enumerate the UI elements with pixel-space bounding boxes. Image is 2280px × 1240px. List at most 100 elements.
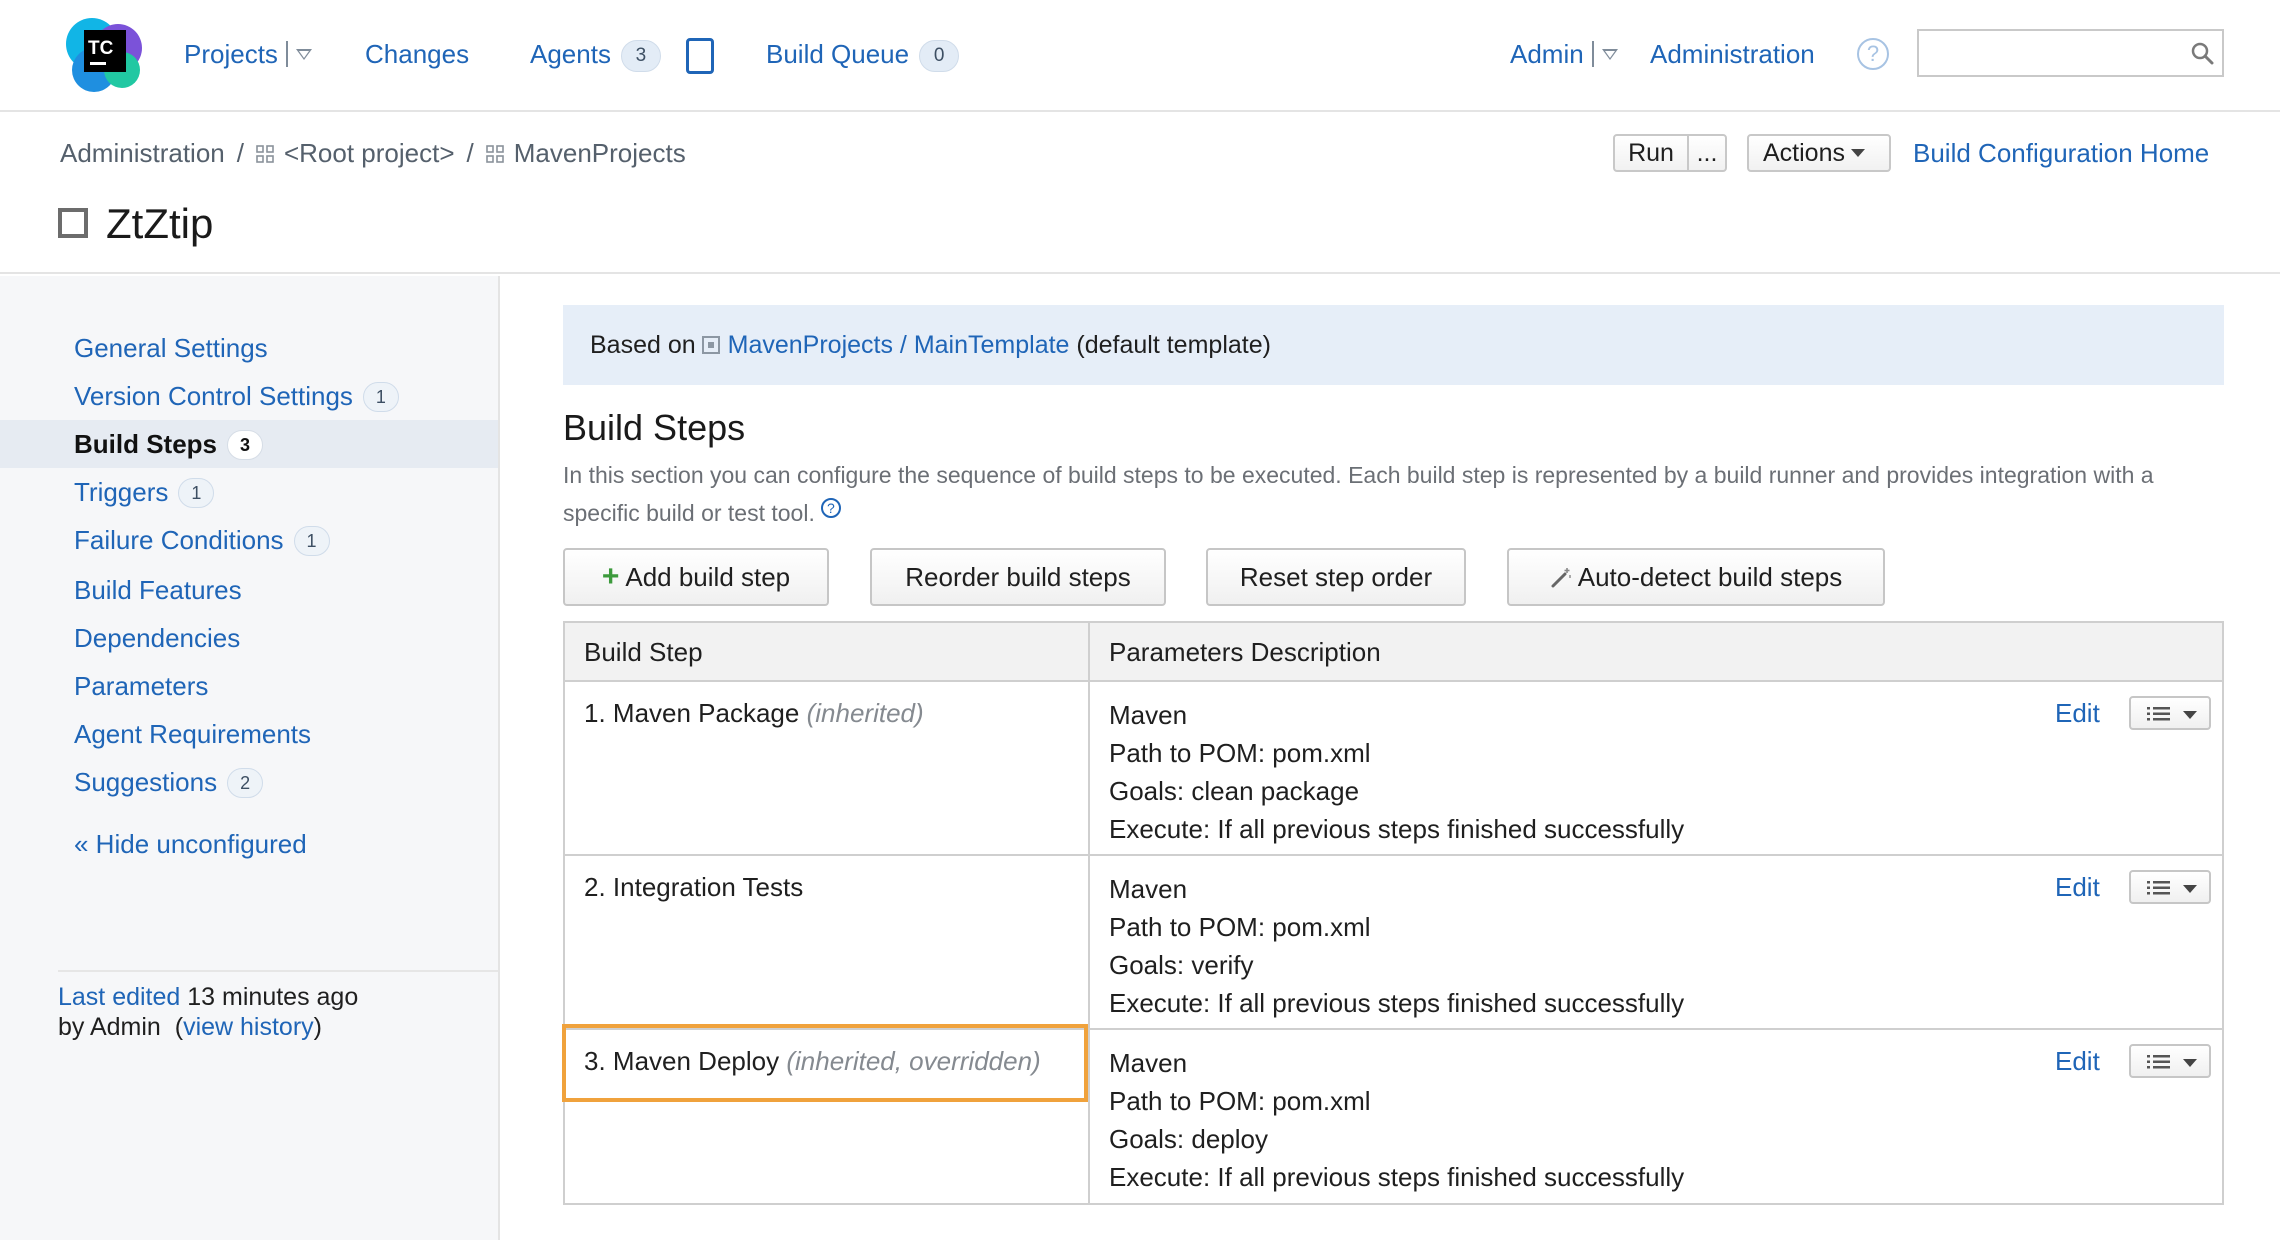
dropdown-triangle-icon[interactable] xyxy=(1601,49,1618,60)
column-header-parameters: Parameters Description xyxy=(1109,637,1381,667)
admin-link[interactable]: Admin xyxy=(1510,39,1584,69)
param-runner: Maven xyxy=(1109,1048,1188,1078)
sidebar-item-version-control-settings[interactable]: Version Control Settings 1 xyxy=(74,378,399,414)
dropdown-triangle-icon[interactable] xyxy=(295,49,312,60)
step-menu-button[interactable] xyxy=(2129,1044,2211,1078)
breadcrumb-root-project[interactable]: <Root project> xyxy=(284,138,455,168)
template-link[interactable]: MavenProjects / MainTemplate xyxy=(728,331,1070,359)
sidebar-item-suggestions[interactable]: Suggestions 2 xyxy=(74,764,264,800)
step-name[interactable]: 2. Integration Tests xyxy=(584,870,803,904)
page-title: ZtZtip xyxy=(106,200,214,247)
separator xyxy=(285,41,288,67)
help-icon[interactable]: ? xyxy=(820,498,841,518)
hide-unconfigured-link[interactable]: « Hide unconfigured xyxy=(74,826,307,862)
param-goals: Goals: clean package xyxy=(1109,776,1360,806)
search-input[interactable] xyxy=(1917,29,2224,77)
run-options-button[interactable]: ... xyxy=(1689,136,1725,170)
sidebar-count-badge: 1 xyxy=(178,478,215,508)
run-button[interactable]: Run xyxy=(1615,136,1689,170)
param-execute: Execute: If all previous steps finished … xyxy=(1109,1162,1685,1192)
magic-wand-icon xyxy=(1551,568,1571,588)
title-area: Administration / <Root project> / MavenProje… xyxy=(0,114,2280,274)
add-build-step-button[interactable]: + Add build step xyxy=(563,548,829,606)
breadcrumb-maven-projects[interactable]: MavenProjects xyxy=(514,138,686,168)
tc-logo-icon[interactable]: TC xyxy=(62,12,146,96)
sidebar-item-label: Suggestions xyxy=(74,767,218,797)
sidebar-count-badge: 1 xyxy=(362,382,399,412)
sidebar-item-label: General Settings xyxy=(74,333,268,363)
administration-link[interactable]: Administration xyxy=(1650,36,1815,72)
breadcrumb-separator: / xyxy=(466,138,474,168)
step-name[interactable]: 1. Maven Package (inherited) xyxy=(584,696,924,730)
last-edited-info: Last edited 13 minutes ago by Admin (vie… xyxy=(58,983,359,1041)
sidebar-item-dependencies[interactable]: Dependencies xyxy=(74,620,240,656)
last-edited-link[interactable]: Last edited xyxy=(58,983,180,1011)
step-name[interactable]: 3. Maven Deploy (inherited, overridden) xyxy=(584,1044,1041,1078)
step-parameters: Maven Path to POM: pom.xml Goals: verify… xyxy=(1109,870,1684,1022)
agents-count-badge: 3 xyxy=(620,40,661,72)
separator xyxy=(1591,41,1594,67)
step-menu-button[interactable] xyxy=(2129,870,2211,904)
section-description-text: In this section you can configure the se… xyxy=(563,462,2154,526)
template-icon xyxy=(701,336,720,354)
help-icon[interactable]: ? xyxy=(1857,38,1889,70)
actions-button[interactable]: Actions xyxy=(1747,134,1891,172)
changes-link[interactable]: Changes xyxy=(365,36,469,72)
step-note: (inherited, overridden) xyxy=(786,1046,1041,1076)
param-goals: Goals: verify xyxy=(1109,950,1254,980)
build-queue-link[interactable]: Build Queue xyxy=(766,39,909,69)
list-icon xyxy=(2147,1055,2170,1069)
admin-menu[interactable]: Admin xyxy=(1510,36,1618,72)
table-row: 2. Integration Tests Maven Path to POM: … xyxy=(565,856,2222,1030)
project-grid-icon xyxy=(256,145,274,163)
param-runner: Maven xyxy=(1109,874,1188,904)
edit-step-link[interactable]: Edit xyxy=(2055,870,2100,904)
edit-step-link[interactable]: Edit xyxy=(2055,1044,2100,1078)
agents-link[interactable]: Agents xyxy=(530,39,611,69)
sidebar-item-label: Agent Requirements xyxy=(74,719,312,749)
auto-detect-build-steps-button[interactable]: Auto-detect build steps xyxy=(1507,548,1885,606)
sidebar-item-build-steps[interactable]: Build Steps 3 xyxy=(74,426,264,462)
param-pom: Path to POM: pom.xml xyxy=(1109,1086,1371,1116)
step-note: (inherited) xyxy=(806,698,924,728)
banner-suffix: (default template) xyxy=(1076,331,1271,359)
sidebar-item-agent-requirements[interactable]: Agent Requirements xyxy=(74,716,311,752)
projects-menu[interactable]: Projects xyxy=(184,36,312,72)
edit-step-link[interactable]: Edit xyxy=(2055,696,2100,730)
section-description: In this section you can configure the se… xyxy=(563,456,2233,532)
sidebar-item-triggers[interactable]: Triggers 1 xyxy=(74,474,215,510)
build-steps-table: Build Step Parameters Description 1. Mav… xyxy=(563,621,2224,1205)
step-menu-button[interactable] xyxy=(2129,696,2211,730)
reset-step-order-button[interactable]: Reset step order xyxy=(1206,548,1466,606)
sidebar-count-badge: 2 xyxy=(227,768,264,798)
reorder-build-steps-button[interactable]: Reorder build steps xyxy=(870,548,1166,606)
view-history-link[interactable]: view history xyxy=(183,1013,314,1041)
sidebar-item-label: Dependencies xyxy=(74,623,241,653)
breadcrumb: Administration / <Root project> / MavenProje… xyxy=(60,136,686,170)
section-title: Build Steps xyxy=(563,407,746,448)
chevron-down-icon xyxy=(2183,1059,2197,1067)
step-title: 1. Maven Package xyxy=(584,698,800,728)
step-parameters: Maven Path to POM: pom.xml Goals: clean … xyxy=(1109,696,1684,848)
step-title: 3. Maven Deploy xyxy=(584,1046,780,1076)
plus-icon: + xyxy=(601,560,620,593)
projects-link[interactable]: Projects xyxy=(184,39,278,69)
add-build-step-label: Add build step xyxy=(625,562,791,592)
agents-menu[interactable]: Agents 3 xyxy=(530,36,661,72)
sidebar-item-label: Build Features xyxy=(74,575,242,605)
build-queue-menu[interactable]: Build Queue 0 xyxy=(766,36,960,72)
build-configuration-home-link[interactable]: Build Configuration Home xyxy=(1913,134,2209,172)
param-pom: Path to POM: pom.xml xyxy=(1109,738,1371,768)
param-runner: Maven xyxy=(1109,700,1188,730)
param-execute: Execute: If all previous steps finished … xyxy=(1109,814,1685,844)
sidebar-item-parameters[interactable]: Parameters xyxy=(74,668,208,704)
chevron-down-icon xyxy=(2183,711,2197,719)
column-header-build-step: Build Step xyxy=(584,637,703,667)
agent-device-icon[interactable] xyxy=(686,38,714,74)
search-icon[interactable] xyxy=(2190,41,2214,65)
sidebar-item-failure-conditions[interactable]: Failure Conditions 1 xyxy=(74,522,330,558)
breadcrumb-administration[interactable]: Administration xyxy=(60,138,225,168)
sidebar-item-general-settings[interactable]: General Settings xyxy=(74,330,268,366)
actions-label: Actions xyxy=(1763,139,1845,167)
sidebar-item-build-features[interactable]: Build Features xyxy=(74,572,242,608)
